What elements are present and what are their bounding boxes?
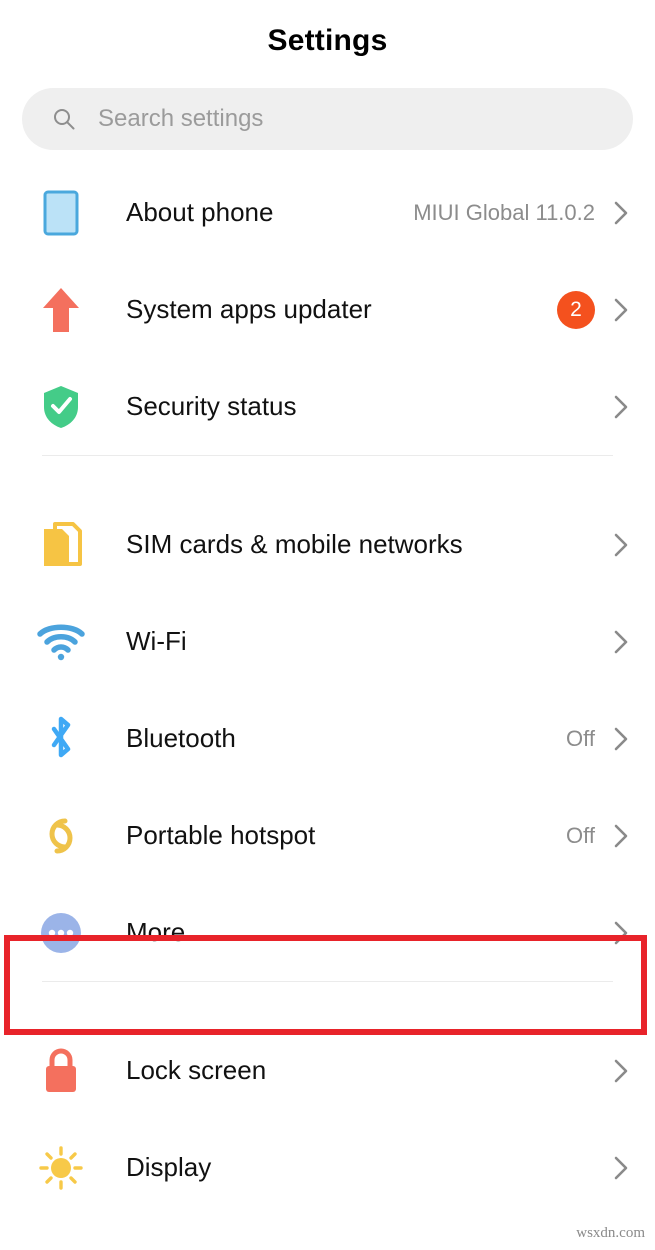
settings-group-device: Lock screen Display: [0, 1022, 655, 1216]
chevron-right-icon: [613, 394, 629, 420]
settings-row-label: System apps updater: [126, 294, 372, 324]
settings-row-portable-hotspot[interactable]: Portable hotspot Off: [0, 787, 655, 884]
settings-row-label: Security status: [126, 391, 297, 421]
settings-row-label: Portable hotspot: [126, 820, 316, 850]
settings-row-bluetooth[interactable]: Bluetooth Off: [0, 690, 655, 787]
settings-row-security-status[interactable]: Security status: [0, 358, 655, 455]
search-section: Search settings: [0, 88, 655, 150]
chevron-right-icon: [613, 726, 629, 752]
search-icon: [52, 107, 76, 131]
chevron-right-icon: [613, 629, 629, 655]
settings-row-trailing: Off: [566, 823, 629, 849]
settings-group-connectivity: SIM cards & mobile networks Wi-Fi Blueto…: [0, 496, 655, 981]
hotspot-icon: [36, 811, 86, 861]
settings-row-value: Off: [566, 822, 595, 848]
search-placeholder: Search settings: [98, 105, 264, 132]
header-bar: Settings: [0, 0, 655, 82]
page-title: Settings: [267, 24, 388, 57]
settings-row-label: Wi-Fi: [126, 626, 187, 656]
more-dots-icon: [36, 908, 86, 958]
settings-group-system: About phone MIUI Global 11.0.2 System ap…: [0, 164, 655, 455]
bluetooth-icon: [36, 714, 86, 764]
settings-row-trailing: Off: [566, 726, 629, 752]
shield-check-icon: [36, 382, 86, 432]
settings-row-value: Off: [566, 725, 595, 751]
status-badge: 2: [557, 290, 595, 329]
chevron-right-icon: [613, 1058, 629, 1084]
settings-row-label: SIM cards & mobile networks: [126, 529, 463, 559]
wifi-icon: [36, 617, 86, 667]
settings-row-sim-cards[interactable]: SIM cards & mobile networks: [0, 496, 655, 593]
sun-icon: [36, 1143, 86, 1193]
settings-row-about-phone[interactable]: About phone MIUI Global 11.0.2: [0, 164, 655, 261]
settings-row-trailing: [613, 532, 629, 558]
settings-row-trailing: [613, 394, 629, 420]
sim-card-icon: [36, 520, 86, 570]
watermark: wsxdn.com: [576, 1225, 645, 1241]
chevron-right-icon: [613, 823, 629, 849]
settings-row-wifi[interactable]: Wi-Fi: [0, 593, 655, 690]
settings-row-trailing: [613, 1155, 629, 1181]
settings-row-value: MIUI Global 11.0.2: [413, 199, 595, 225]
settings-row-trailing: [613, 629, 629, 655]
settings-row-trailing: [613, 920, 629, 946]
chevron-right-icon: [613, 532, 629, 558]
settings-row-display[interactable]: Display: [0, 1119, 655, 1216]
settings-row-label: About phone: [126, 197, 274, 227]
chevron-right-icon: [613, 920, 629, 946]
settings-row-trailing: 2: [557, 290, 629, 329]
settings-row-label: More: [126, 917, 186, 947]
lock-icon: [36, 1046, 86, 1096]
settings-row-label: Bluetooth: [126, 723, 236, 753]
chevron-right-icon: [613, 297, 629, 323]
settings-row-trailing: [613, 1058, 629, 1084]
phone-icon: [36, 188, 86, 238]
settings-row-label: Display: [126, 1152, 212, 1182]
settings-screen: Settings Search settings About phone MIU: [0, 0, 655, 1250]
settings-row-more[interactable]: More: [0, 884, 655, 981]
search-input[interactable]: Search settings: [22, 88, 633, 150]
settings-row-system-apps-updater[interactable]: System apps updater 2: [0, 261, 655, 358]
settings-row-trailing: MIUI Global 11.0.2: [413, 200, 629, 226]
up-arrow-icon: [36, 285, 86, 335]
settings-row-lock-screen[interactable]: Lock screen: [0, 1022, 655, 1119]
chevron-right-icon: [613, 200, 629, 226]
chevron-right-icon: [613, 1155, 629, 1181]
settings-row-label: Lock screen: [126, 1055, 267, 1085]
